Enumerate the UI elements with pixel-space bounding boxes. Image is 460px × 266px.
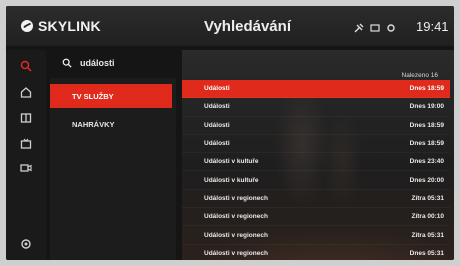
result-title: Události v kultuře: [204, 176, 259, 184]
result-time: Zítra 05:31: [411, 231, 444, 239]
result-row[interactable]: Události Dnes 19:00: [182, 98, 450, 117]
results-count: Nalezeno 16: [401, 72, 439, 79]
result-time: Dnes 19:00: [409, 103, 444, 111]
category-panel: TV SLUŽBY NAHRÁVKY: [50, 78, 176, 260]
result-time: Dnes 23:40: [409, 158, 444, 166]
result-title: Události v regionech: [204, 231, 268, 239]
clock: 19:41: [416, 19, 449, 34]
search-field-icon: [62, 58, 72, 68]
result-row[interactable]: Události v kultuře Dnes 23:40: [182, 153, 450, 172]
sidebar: [6, 50, 46, 260]
tv-screen: SKYLINK Vyhledávání 19:41 události TV SL…: [6, 6, 454, 260]
result-row[interactable]: Události v regionech Dnes 05:31: [182, 245, 450, 260]
result-time: Dnes 18:59: [409, 85, 444, 93]
category-tv-services[interactable]: TV SLUŽBY: [50, 84, 172, 108]
recording-icon[interactable]: [20, 162, 32, 174]
search-query: události: [80, 58, 115, 68]
result-title: Události: [204, 140, 230, 148]
result-time: Dnes 18:59: [409, 140, 444, 148]
result-title: Události v regionech: [204, 194, 268, 202]
result-time: Dnes 18:59: [409, 121, 444, 129]
result-row[interactable]: Události v regionech Zítra 05:31: [182, 226, 450, 245]
home-icon[interactable]: [20, 86, 32, 98]
result-row[interactable]: Události Dnes 18:59: [182, 135, 450, 154]
settings-icon[interactable]: [20, 238, 32, 250]
result-time: Dnes 20:00: [409, 176, 444, 184]
result-title: Události v kultuře: [204, 158, 259, 166]
card-icon: [370, 20, 380, 32]
satellite-icon: [354, 20, 364, 33]
skylink-logo-icon: [21, 20, 33, 32]
guide-icon[interactable]: [20, 112, 32, 124]
result-title: Události: [204, 121, 230, 129]
result-row[interactable]: Události Dnes 18:59: [182, 80, 450, 99]
result-row[interactable]: Události v regionech Zítra 00:10: [182, 208, 450, 227]
settings-status-icon: [386, 20, 396, 32]
result-row[interactable]: Události Dnes 18:59: [182, 117, 450, 135]
result-title: Události: [204, 103, 230, 111]
result-row[interactable]: Události v kultuře Dnes 20:00: [182, 171, 450, 190]
results-list: Události Dnes 18:59 Události Dnes 19:00 Ud…: [182, 80, 450, 260]
brand-logo: SKYLINK: [20, 18, 101, 34]
result-time: Dnes 05:31: [409, 249, 444, 257]
tv-icon[interactable]: [20, 138, 32, 150]
result-title: Události: [204, 85, 230, 93]
search-field[interactable]: události: [62, 58, 115, 68]
page-title: Vyhledávání: [204, 18, 291, 35]
category-recordings[interactable]: NAHRÁVKY: [50, 112, 172, 136]
top-bar: SKYLINK Vyhledávání 19:41: [6, 6, 454, 46]
search-icon[interactable]: [20, 60, 32, 72]
result-row[interactable]: Události v regionech Zítra 05:31: [182, 190, 450, 209]
result-title: Události v regionech: [204, 213, 268, 221]
status-icons: [354, 20, 396, 33]
result-time: Zítra 00:10: [411, 213, 444, 221]
result-title: Události v regionech: [204, 249, 268, 257]
brand-name: SKYLINK: [38, 18, 101, 34]
result-time: Zítra 05:31: [411, 194, 444, 202]
